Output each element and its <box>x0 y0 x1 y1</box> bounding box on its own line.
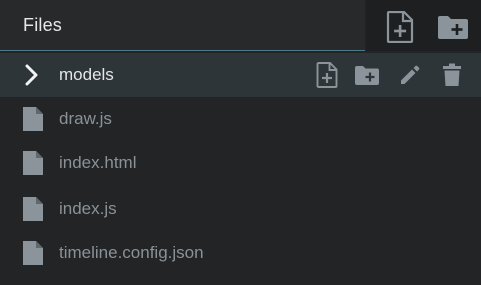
file-icon <box>23 151 43 175</box>
file-label: draw.js <box>59 109 112 128</box>
pencil-icon <box>401 65 420 84</box>
tree-folder-models[interactable]: models <box>0 53 481 97</box>
new-file-button[interactable] <box>383 10 417 44</box>
new-folder-button[interactable] <box>436 10 470 44</box>
files-panel-header: Files <box>0 0 481 52</box>
tree-file[interactable]: index.html <box>0 141 481 185</box>
file-icon <box>23 197 43 221</box>
header-actions <box>366 0 481 51</box>
files-tab[interactable]: Files <box>0 0 365 51</box>
folder-new-file-button[interactable] <box>314 62 340 88</box>
file-icon <box>23 107 43 131</box>
file-icon <box>23 241 43 265</box>
tree-file[interactable]: timeline.config.json <box>0 231 481 275</box>
tree-file[interactable]: draw.js <box>0 97 481 141</box>
chevron-right-icon[interactable] <box>22 64 42 86</box>
file-plus-icon <box>386 11 414 43</box>
file-label: index.js <box>59 199 117 218</box>
folder-new-folder-button[interactable] <box>354 62 380 88</box>
panel-title: Files <box>23 15 63 35</box>
file-label: timeline.config.json <box>59 243 204 262</box>
trash-icon <box>443 63 461 86</box>
folder-plus-icon <box>438 16 468 39</box>
delete-button[interactable] <box>439 62 465 88</box>
rename-button[interactable] <box>397 62 423 88</box>
file-plus-icon <box>316 62 338 88</box>
folder-label: models <box>59 65 114 84</box>
folder-plus-icon <box>355 65 379 85</box>
tree-file[interactable]: index.js <box>0 187 481 231</box>
file-label: index.html <box>59 153 137 172</box>
